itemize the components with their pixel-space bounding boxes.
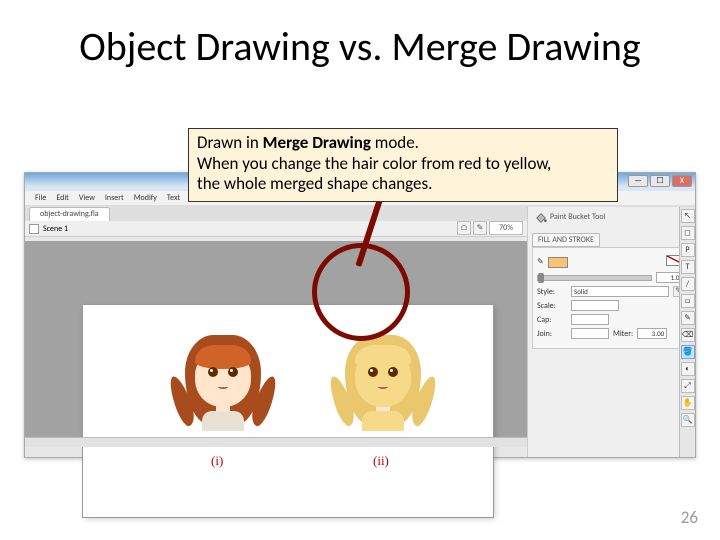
body-ii — [362, 411, 404, 431]
scene-name[interactable]: Scene 1 — [43, 224, 68, 234]
eyedropper-tool-icon[interactable]: ◐ — [681, 362, 695, 376]
scene-icon — [29, 224, 39, 234]
body-i — [202, 411, 244, 431]
hand-tool-icon[interactable]: ✋ — [681, 396, 695, 410]
stage[interactable]: (i) (ii) — [83, 305, 493, 517]
page-title: Object Drawing vs. Merge Drawing — [24, 22, 696, 71]
selection-tool-icon[interactable]: ↖ — [681, 209, 695, 223]
current-tool-name: Paint Bucket Tool — [550, 212, 605, 222]
eye-left-i — [208, 367, 218, 377]
cap-dropdown[interactable] — [571, 314, 609, 325]
tab-fill-and-stroke[interactable]: FILL AND STROKE — [532, 233, 600, 247]
current-tool-display: Paint Bucket Tool — [528, 207, 695, 225]
face-group-i — [178, 335, 268, 445]
edit-scene-icon[interactable]: ⌂ — [457, 221, 471, 235]
paint-bucket-tool-icon[interactable]: 🪣 — [681, 345, 695, 359]
menu-text[interactable]: Text — [167, 193, 180, 203]
subselection-tool-icon[interactable]: ◻ — [681, 226, 695, 240]
rectangle-tool-icon[interactable]: □ — [681, 294, 695, 308]
zoom-field[interactable]: 70% — [489, 221, 523, 235]
menu-edit[interactable]: Edit — [56, 193, 69, 203]
minimize-button[interactable]: — — [628, 175, 648, 187]
miter-label: Miter: — [613, 329, 633, 339]
callout-line1-prefix: Drawn in — [197, 132, 263, 153]
panel-tabs: FILL AND STROKE — [528, 233, 695, 247]
stage-toolbar: ⌂ ✎ 70% — [457, 221, 523, 235]
close-button[interactable]: X — [672, 175, 692, 187]
callout-line3: the whole merged shape changes. — [197, 174, 609, 195]
menu-insert[interactable]: Insert — [105, 193, 124, 203]
fill-swatch[interactable] — [548, 257, 568, 268]
eraser-tool-icon[interactable]: ⌫ — [681, 328, 695, 342]
miter-input[interactable]: 3.00 — [637, 328, 667, 339]
right-panel: Paint Bucket Tool FILL AND STROKE ✎ — [527, 207, 695, 457]
window-controls: — ☐ X — [628, 175, 692, 187]
slide-root: { "heading": "Object Drawing vs. Merge D… — [0, 0, 720, 540]
callout-line2: When you change the hair color from red … — [197, 154, 609, 175]
tools-panel: ↖ ◻ P T / □ ✎ ⌫ 🪣 ◐ ⤢ ✋ 🔍 — [679, 207, 695, 457]
zoom-tool-icon[interactable]: 🔍 — [681, 413, 695, 427]
stroke-weight-slider[interactable] — [537, 275, 652, 281]
bangs-ii — [355, 345, 411, 369]
pencil-tool-icon[interactable]: ✎ — [681, 311, 695, 325]
eye-right-ii — [388, 367, 398, 377]
free-transform-tool-icon[interactable]: ⤢ — [681, 379, 695, 393]
scale-dropdown[interactable] — [571, 300, 619, 311]
menu-view[interactable]: View — [79, 193, 95, 203]
face-group-ii — [338, 335, 428, 445]
mouth-i — [218, 385, 228, 389]
bangs-i — [195, 345, 251, 369]
mouth-ii — [378, 385, 388, 389]
fill-label: ✎ — [537, 257, 544, 267]
menu-file[interactable]: File — [35, 193, 46, 203]
eye-left-ii — [368, 367, 378, 377]
text-tool-icon[interactable]: T — [681, 260, 695, 274]
style-dropdown[interactable]: Solid — [571, 286, 669, 297]
callout-annotation: Drawn in Merge Drawing mode. When you ch… — [188, 128, 618, 202]
label-ii: (ii) — [373, 453, 389, 469]
paint-bucket-icon — [534, 211, 546, 223]
pen-tool-icon[interactable]: P — [681, 243, 695, 257]
scale-label: Scale: — [537, 301, 567, 311]
eye-right-i — [228, 367, 238, 377]
join-label: Join: — [537, 329, 567, 339]
fill-stroke-panel: ✎ 1.00 Style: Solid ✎ — [532, 247, 691, 349]
style-label: Style: — [537, 287, 567, 297]
cap-label: Cap: — [537, 315, 567, 325]
label-i: (i) — [211, 453, 223, 469]
join-dropdown[interactable] — [571, 328, 609, 339]
callout-line1-suffix: mode. — [371, 132, 419, 153]
menu-modify[interactable]: Modify — [134, 193, 157, 203]
slide-number: 26 — [681, 507, 698, 528]
line-tool-icon[interactable]: / — [681, 277, 695, 291]
callout-line1-bold: Merge Drawing — [263, 132, 371, 153]
document-tab-1[interactable]: object-drawing.fla — [29, 207, 110, 221]
edit-symbol-icon[interactable]: ✎ — [473, 221, 487, 235]
maximize-button[interactable]: ☐ — [650, 175, 670, 187]
